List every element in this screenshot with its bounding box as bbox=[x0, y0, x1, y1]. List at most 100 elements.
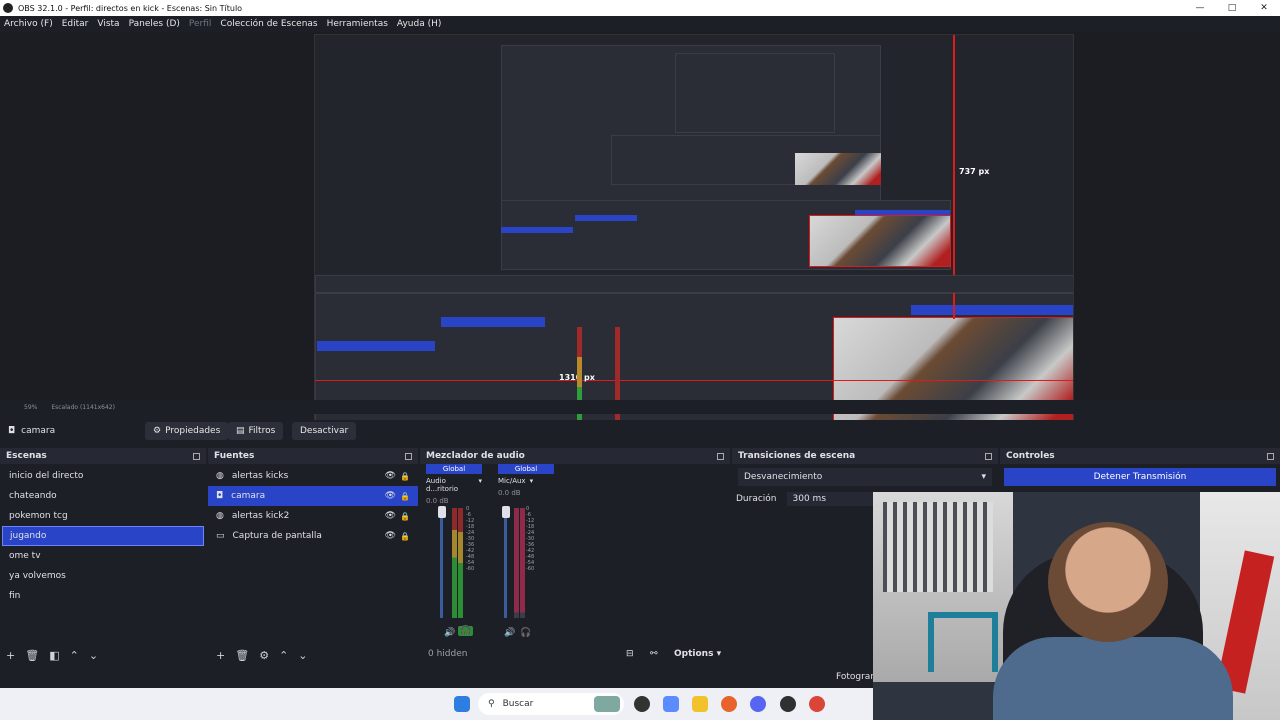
menu-vista[interactable]: Vista bbox=[97, 19, 119, 29]
scene-item-selected[interactable]: jugando bbox=[2, 526, 204, 546]
eye-icon[interactable]: 👁 bbox=[385, 491, 396, 501]
volume-slider-handle[interactable] bbox=[502, 506, 510, 518]
menu-archivo[interactable]: Archivo (F) bbox=[4, 19, 53, 29]
move-up-icon[interactable]: ⌃ bbox=[279, 649, 288, 662]
deactivate-button[interactable]: Desactivar bbox=[292, 422, 357, 440]
duration-input[interactable]: 300 ms bbox=[786, 492, 877, 506]
sources-title: Fuentes bbox=[214, 451, 255, 461]
selected-source: ◘ camara bbox=[8, 426, 55, 436]
windows-start-icon[interactable] bbox=[454, 696, 470, 712]
undock-icon[interactable] bbox=[1267, 452, 1274, 460]
lock-icon[interactable]: 🔒 bbox=[400, 512, 410, 521]
scene-item[interactable]: ya volvemos bbox=[2, 566, 204, 586]
volume-slider-handle[interactable] bbox=[438, 506, 446, 518]
undock-icon[interactable] bbox=[405, 452, 412, 460]
channel-name[interactable]: Mic/Aux ▾ bbox=[498, 477, 554, 485]
eye-icon[interactable]: 👁 bbox=[385, 531, 396, 541]
zoom-level[interactable]: 59% bbox=[24, 404, 37, 411]
menu-perfil[interactable]: Perfil bbox=[189, 19, 212, 29]
source-item[interactable]: ◍ alertas kicks 👁 🔒 bbox=[208, 466, 418, 486]
layout-icon[interactable]: ⊟ bbox=[626, 649, 634, 659]
stop-stream-button[interactable]: Detener Transmisión bbox=[1004, 468, 1276, 486]
add-scene-icon[interactable]: + bbox=[6, 649, 15, 662]
channel-tag: Global bbox=[426, 464, 482, 474]
menu-ayuda[interactable]: Ayuda (H) bbox=[397, 19, 441, 29]
sources-dock-header: Fuentes bbox=[208, 448, 418, 464]
scene-filters-icon[interactable]: ◧ bbox=[49, 649, 59, 662]
transition-selected: Desvanecimiento bbox=[744, 472, 823, 482]
sources-footer: + 🗑 ⚙ ⌃ ⌄ bbox=[216, 649, 308, 662]
move-down-icon[interactable]: ⌄ bbox=[89, 649, 98, 662]
webcam-overlay bbox=[873, 492, 1280, 720]
menu-editar[interactable]: Editar bbox=[62, 19, 89, 29]
undock-icon[interactable] bbox=[717, 452, 724, 460]
close-button[interactable]: ✕ bbox=[1248, 0, 1280, 16]
undock-icon[interactable] bbox=[193, 452, 200, 460]
channel-name[interactable]: Audio d...ritorio ▾ bbox=[426, 477, 482, 493]
scene-item[interactable]: inicio del directo bbox=[2, 466, 204, 486]
speaker-icon[interactable]: 🔊 bbox=[504, 628, 515, 638]
nested-preview-inner bbox=[675, 53, 835, 133]
webcam-chair-frame bbox=[928, 612, 998, 672]
source-settings-icon[interactable]: ⚙ bbox=[259, 649, 269, 662]
eye-icon[interactable]: 👁 bbox=[385, 511, 396, 521]
windows-taskbar: ⚲ Buscar bbox=[0, 688, 873, 720]
source-name: alertas kicks bbox=[231, 471, 289, 481]
search-icon: ⚲ bbox=[488, 699, 495, 709]
move-down-icon[interactable]: ⌄ bbox=[298, 649, 307, 662]
maximize-button[interactable]: □ bbox=[1216, 0, 1248, 16]
eye-icon[interactable]: 👁 bbox=[385, 471, 396, 481]
scene-item[interactable]: fin bbox=[2, 586, 204, 606]
remove-scene-icon[interactable]: 🗑 bbox=[25, 649, 39, 662]
headphones-icon[interactable]: 🎧 bbox=[458, 626, 474, 636]
scene-item[interactable]: chateando bbox=[2, 486, 204, 506]
menu-herramientas[interactable]: Herramientas bbox=[327, 19, 388, 29]
preview-area[interactable]: 737 px 1310 px bbox=[0, 32, 1280, 432]
minimize-button[interactable]: — bbox=[1184, 0, 1216, 16]
menu-coleccion-escenas[interactable]: Colección de Escenas bbox=[220, 19, 317, 29]
transition-select[interactable]: Desvanecimiento ▾ bbox=[738, 468, 992, 486]
volume-slider[interactable] bbox=[504, 508, 507, 618]
link-icon[interactable]: ⚯ bbox=[650, 649, 658, 659]
transitions-dock-header: Transiciones de escena bbox=[732, 448, 998, 464]
undock-icon[interactable] bbox=[985, 452, 992, 460]
transitions-title: Transiciones de escena bbox=[738, 451, 856, 461]
menu-paneles[interactable]: Paneles (D) bbox=[129, 19, 180, 29]
preview-canvas[interactable]: 737 px 1310 px bbox=[314, 34, 1074, 432]
scene-item[interactable]: ome tv bbox=[2, 546, 204, 566]
remove-source-icon[interactable]: 🗑 bbox=[235, 649, 249, 662]
properties-label: Propiedades bbox=[165, 426, 221, 436]
options-button[interactable]: Options ▾ bbox=[674, 649, 721, 659]
headphones-icon[interactable]: 🎧 bbox=[520, 628, 531, 638]
filters-button[interactable]: ▤ Filtros bbox=[228, 422, 284, 440]
nested-selection-2 bbox=[575, 215, 637, 221]
obs-logo-icon bbox=[3, 3, 13, 13]
source-item-selected[interactable]: ◘ camara 👁 🔒 bbox=[208, 486, 418, 506]
file-explorer-icon[interactable] bbox=[692, 696, 708, 712]
scenes-dock-header: Escenas bbox=[0, 448, 206, 464]
db-tick: -60 bbox=[526, 566, 535, 572]
discord-icon[interactable] bbox=[750, 696, 766, 712]
lock-icon[interactable]: 🔒 bbox=[400, 492, 410, 501]
properties-button[interactable]: ⚙ Propiedades bbox=[145, 422, 229, 440]
speaker-icon[interactable]: 🔊 bbox=[444, 628, 455, 638]
globe-icon: ◍ bbox=[216, 471, 224, 481]
scale-mode[interactable]: Escalado (1141x642) bbox=[51, 404, 115, 411]
lock-icon[interactable]: 🔒 bbox=[400, 472, 410, 481]
filter-icon: ▤ bbox=[236, 426, 245, 436]
add-source-icon[interactable]: + bbox=[216, 649, 225, 662]
scene-item[interactable]: pokemon tcg bbox=[2, 506, 204, 526]
copilot-icon[interactable] bbox=[663, 696, 679, 712]
obs-taskbar-icon[interactable] bbox=[780, 696, 796, 712]
lock-icon[interactable]: 🔒 bbox=[400, 532, 410, 541]
chrome-icon[interactable] bbox=[809, 696, 825, 712]
webcam-window-blind bbox=[883, 502, 993, 592]
move-up-icon[interactable]: ⌃ bbox=[70, 649, 79, 662]
volume-slider[interactable] bbox=[440, 508, 443, 618]
source-item[interactable]: ◍ alertas kick2 👁 🔒 bbox=[208, 506, 418, 526]
widget-icon[interactable] bbox=[594, 696, 620, 712]
controls-dock-header: Controles bbox=[1000, 448, 1280, 464]
capcut-icon[interactable] bbox=[634, 696, 650, 712]
firefox-icon[interactable] bbox=[721, 696, 737, 712]
source-item[interactable]: ▭ Captura de pantalla 👁 🔒 bbox=[208, 526, 418, 546]
